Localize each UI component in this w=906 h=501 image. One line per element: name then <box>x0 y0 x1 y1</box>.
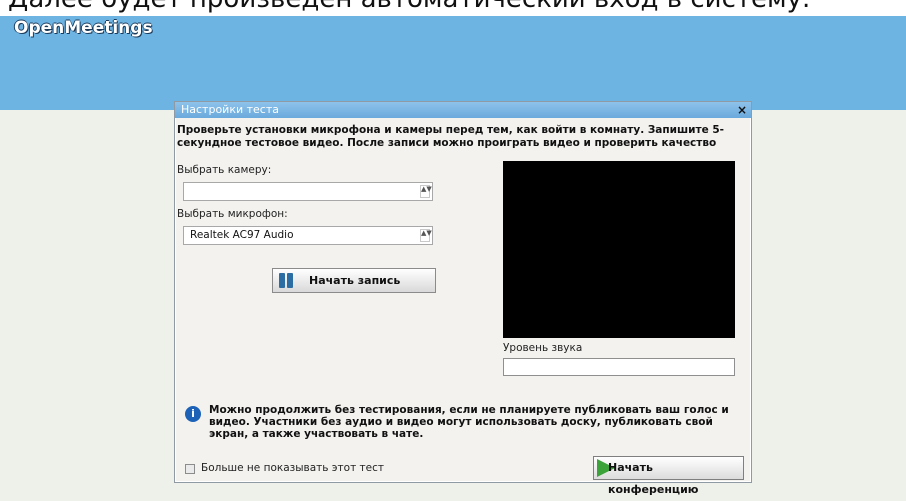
camera-label: Выбрать камеру: <box>177 164 272 176</box>
close-icon[interactable]: × <box>737 102 747 118</box>
start-conference-button[interactable]: Начать конференцию <box>593 456 744 496</box>
chevron-updown-icon[interactable]: ▲▼ <box>420 229 432 242</box>
instructions-text: Проверьте установки микрофона и камеры п… <box>177 124 725 149</box>
info-icon: i <box>185 406 201 422</box>
dont-show-checkbox[interactable] <box>185 464 195 474</box>
dialog-titlebar[interactable]: Настройки теста × <box>175 102 751 118</box>
dont-show-label[interactable]: Больше не показывать этот тест <box>201 462 384 474</box>
video-preview <box>503 161 735 338</box>
microphone-select[interactable]: Realtek AC97 Audio ▲▼ <box>183 226 433 245</box>
sound-level-meter <box>503 358 735 376</box>
camera-select[interactable]: ▲▼ <box>183 182 433 201</box>
sound-level-label: Уровень звука <box>503 342 583 354</box>
app-header: OpenMeetings <box>0 16 906 110</box>
dialog-title: Настройки теста <box>181 103 279 116</box>
info-text: Можно продолжить без тестирования, если … <box>209 404 729 440</box>
start-conference-label: Начать конференцию <box>608 461 699 496</box>
test-settings-dialog: Настройки теста × Проверьте установки ми… <box>174 101 752 496</box>
page-caption: Далее будет произведен автоматический вх… <box>0 0 906 16</box>
record-bars-icon <box>279 273 293 288</box>
brand-logo: OpenMeetings <box>14 18 153 38</box>
microphone-label: Выбрать микрофон: <box>177 208 288 220</box>
start-recording-button[interactable]: Начать запись <box>272 268 436 293</box>
start-recording-label: Начать запись <box>309 274 401 287</box>
microphone-select-value: Realtek AC97 Audio <box>190 229 294 241</box>
chevron-updown-icon[interactable]: ▲▼ <box>420 185 432 198</box>
